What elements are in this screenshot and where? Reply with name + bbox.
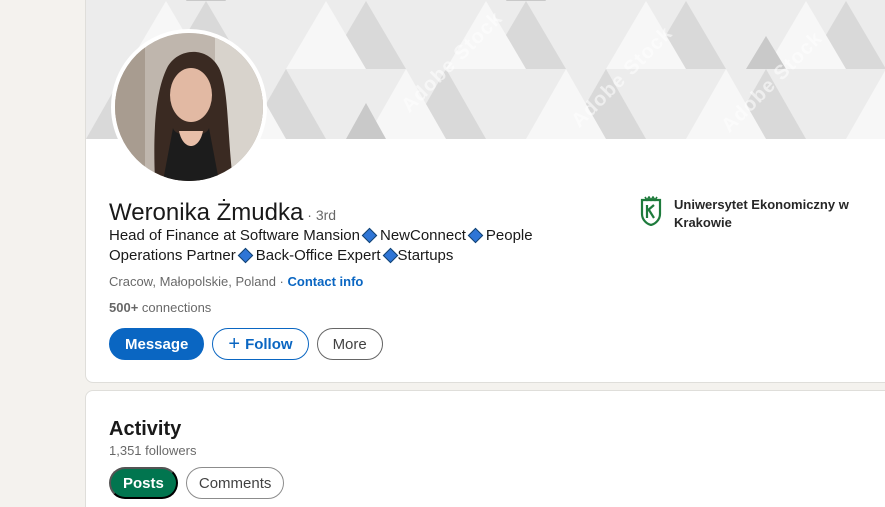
activity-card: Activity 1,351 followers Posts Comments <box>85 390 885 507</box>
diamond-icon <box>361 227 378 244</box>
headline-part: NewConnect <box>379 227 466 244</box>
connections-label: connections <box>141 300 212 315</box>
activity-title: Activity <box>109 418 182 440</box>
profile-location: Cracow, Małopolskie, Poland <box>109 274 276 289</box>
message-button[interactable]: Message <box>109 328 205 360</box>
name-row: Weronika Żmudka · 3rd <box>109 199 336 227</box>
plus-icon: + <box>228 333 241 355</box>
tab-posts[interactable]: Posts <box>109 467 178 499</box>
tab-comments[interactable]: Comments <box>185 467 285 499</box>
profile-photo[interactable] <box>111 29 267 185</box>
headline-part: Head of Finance at Software Mansion <box>109 227 360 244</box>
follow-button-label: Follow <box>245 335 293 353</box>
education-entry[interactable]: Uniwersytet Ekonomiczny w Krakowie <box>639 196 864 232</box>
profile-name: Weronika Żmudka <box>109 199 304 226</box>
university-logo-icon <box>640 196 662 226</box>
profile-card: Adobe Stock Adobe Stock Adobe Stock Wero… <box>85 0 885 383</box>
connection-degree: · 3rd <box>307 207 337 223</box>
headline-part: Back-Office Expert <box>255 247 381 264</box>
profile-actions: Message + Follow More <box>109 328 383 360</box>
contact-info-link[interactable]: Contact info <box>288 274 364 289</box>
more-button[interactable]: More <box>316 328 383 360</box>
followers-count[interactable]: 1,351 followers <box>109 443 196 458</box>
headline-part: Startups <box>397 247 454 264</box>
separator: · <box>279 274 284 289</box>
diamond-icon <box>237 247 254 264</box>
connections-count: 500+ <box>109 300 139 315</box>
message-button-label: Message <box>125 335 189 353</box>
activity-tabs: Posts Comments <box>109 467 285 499</box>
follow-button[interactable]: + Follow <box>212 328 309 360</box>
more-button-label: More <box>332 335 367 353</box>
profile-headline: Head of Finance at Software Mansion NewCo… <box>109 226 579 266</box>
profile-photo-image <box>115 33 263 181</box>
diamond-icon <box>382 247 398 264</box>
location-row: Cracow, Małopolskie, Poland · Contact in… <box>109 274 363 289</box>
connections-row[interactable]: 500+ connections <box>109 300 211 315</box>
diamond-icon <box>467 227 484 244</box>
university-name: Uniwersytet Ekonomiczny w Krakowie <box>674 197 849 230</box>
